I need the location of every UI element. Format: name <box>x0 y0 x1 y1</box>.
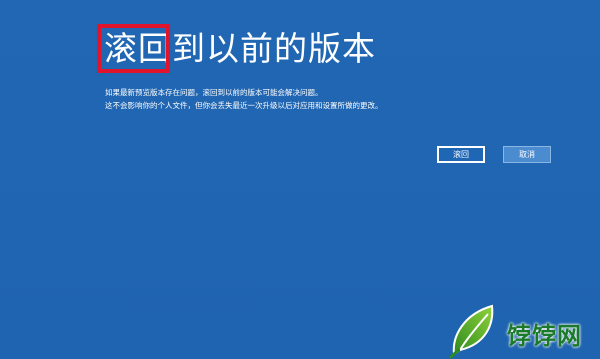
button-row: 滚回 取消 <box>437 146 551 163</box>
description-line-2: 这不会影响你的个人文件，但你会丢失最近一次升级以后对应用和设置所做的更改。 <box>105 101 383 110</box>
green-leaf-logo-icon <box>448 304 494 359</box>
cancel-button[interactable]: 取消 <box>503 146 551 163</box>
watermark-text: 饽饽网 <box>507 322 582 350</box>
red-highlight-annotation <box>97 24 170 73</box>
watermark: 饽饽网 <box>446 300 596 359</box>
recovery-screen: 滚回到以前的版本 如果最新预览版本存在问题，滚回到以前的版本可能会解决问题。 这… <box>0 0 600 359</box>
description: 如果最新预览版本存在问题，滚回到以前的版本可能会解决问题。 这不会影响你的个人文… <box>105 86 383 112</box>
description-line-1: 如果最新预览版本存在问题，滚回到以前的版本可能会解决问题。 <box>105 88 323 97</box>
rollback-button[interactable]: 滚回 <box>437 146 485 163</box>
